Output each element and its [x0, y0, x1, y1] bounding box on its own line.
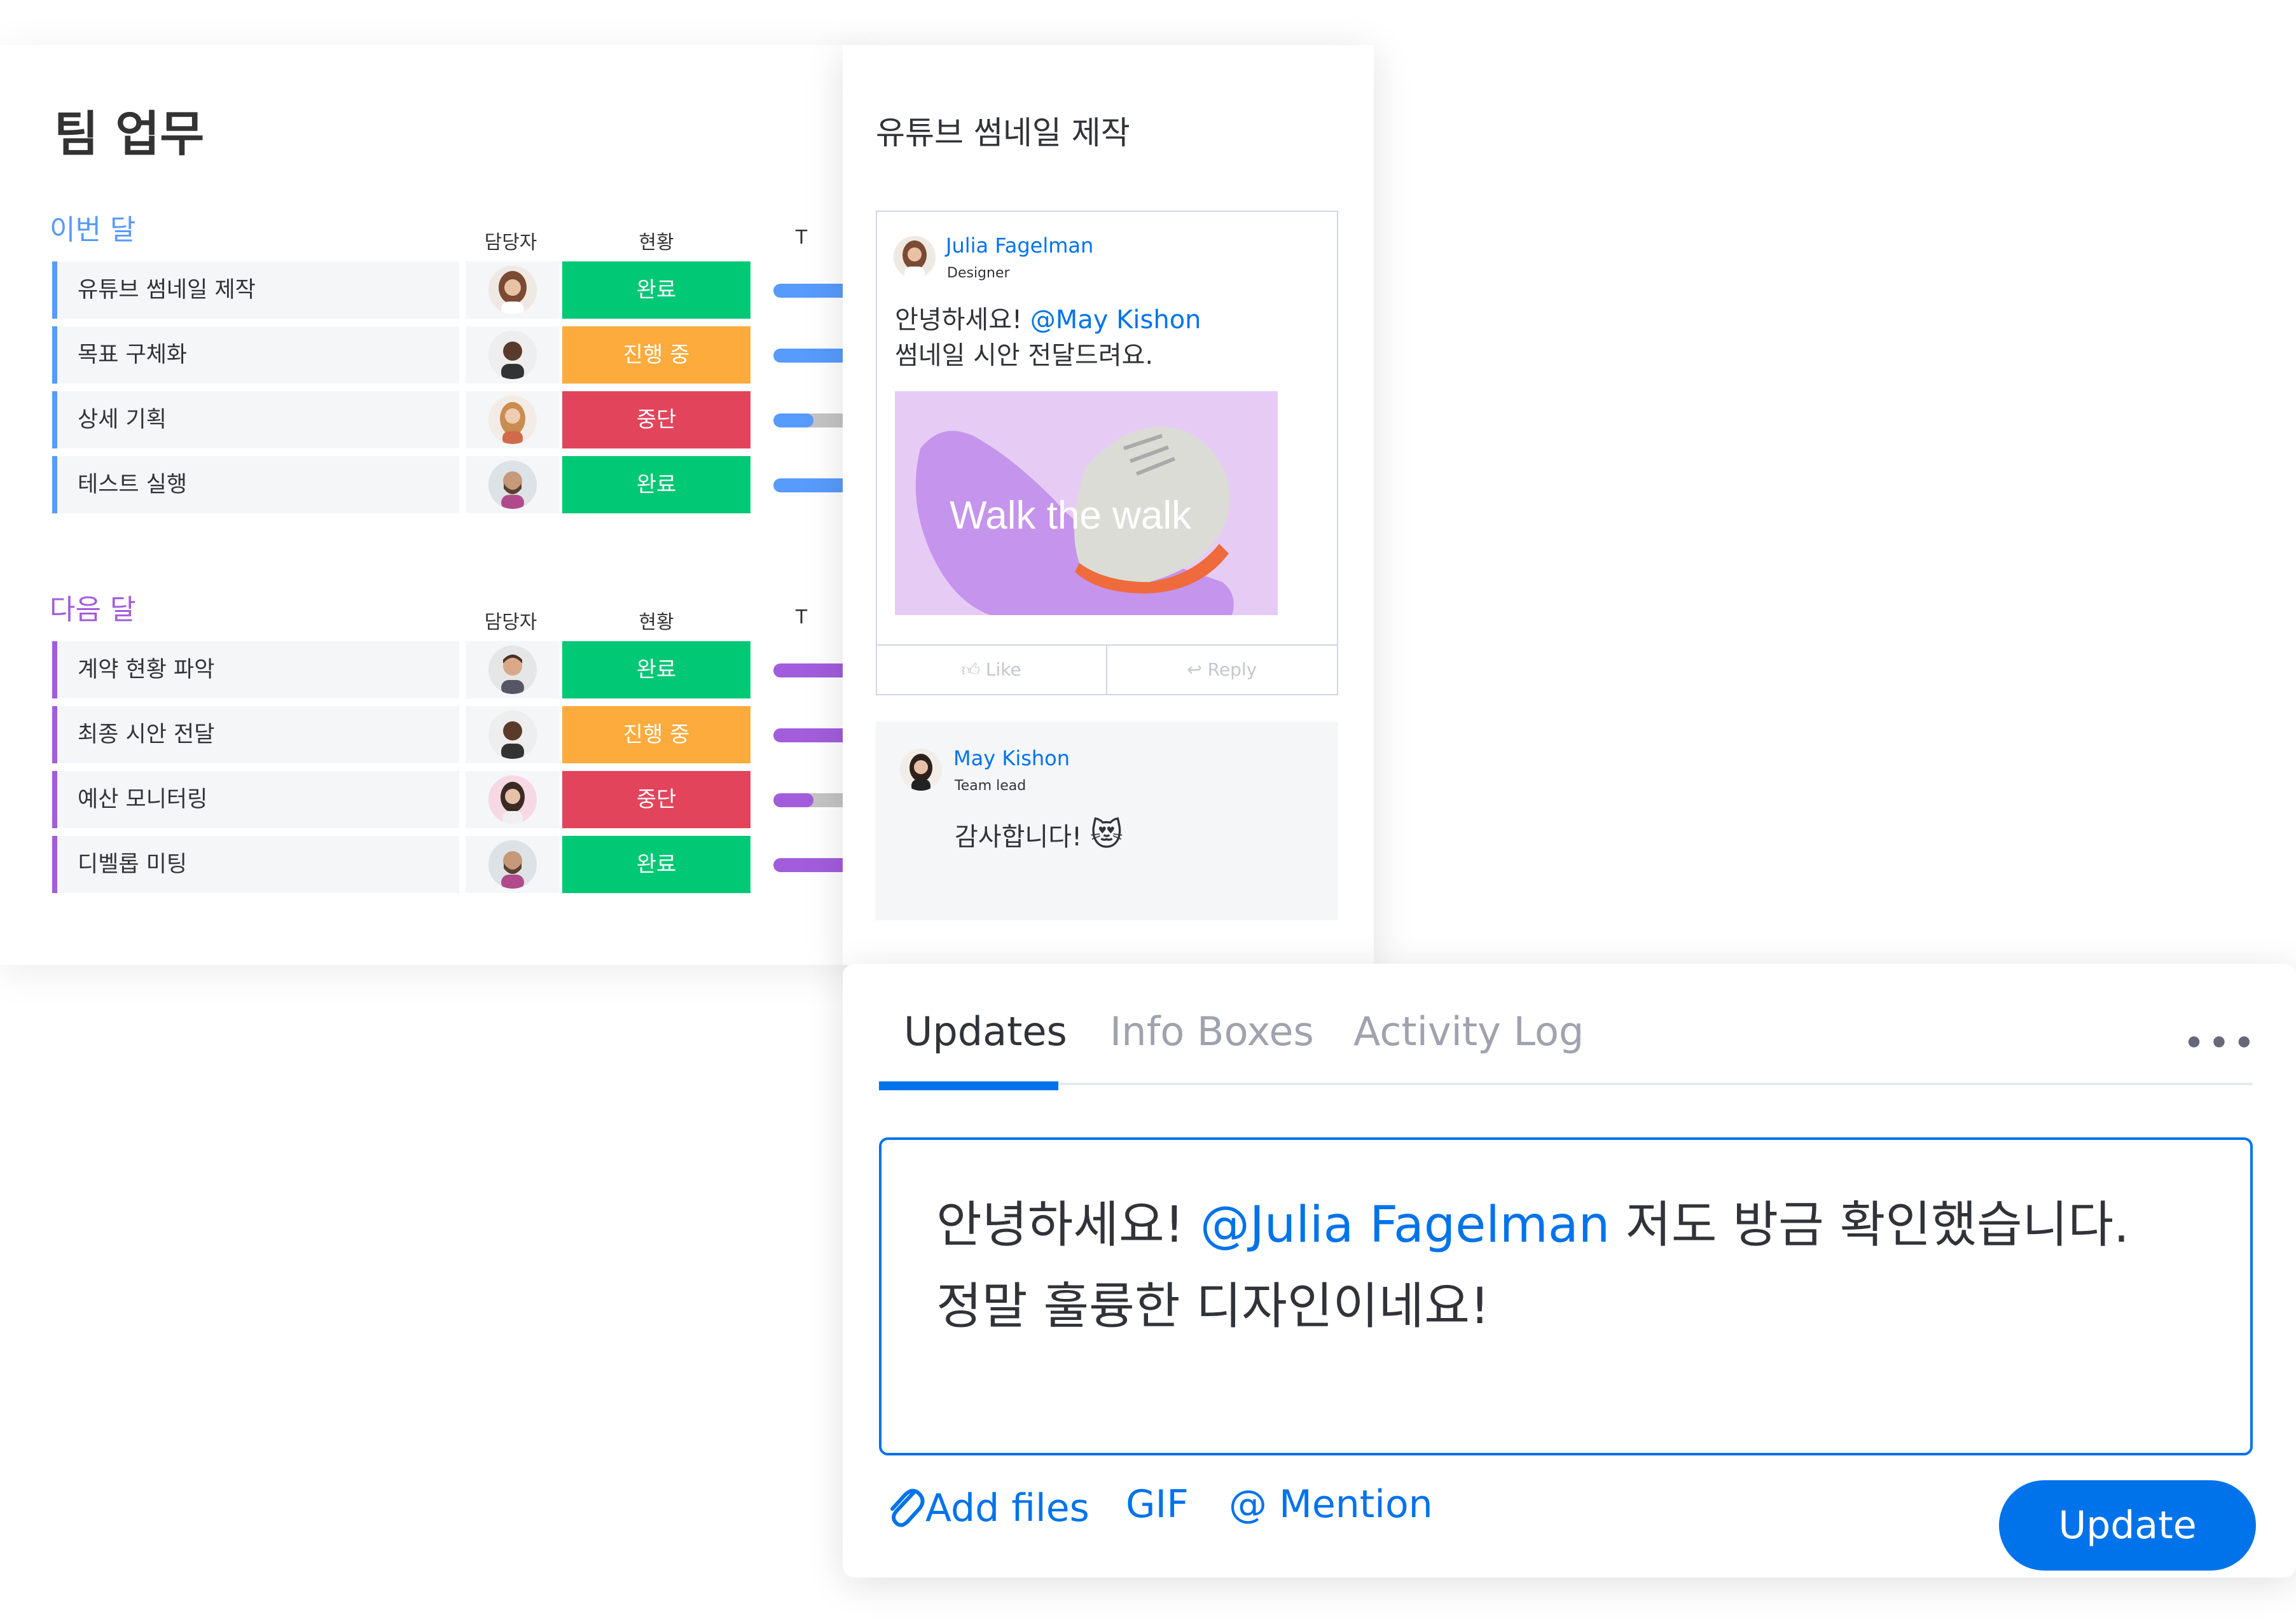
reply-text-body: 감사합니다! — [955, 822, 1082, 852]
owner-cell[interactable] — [466, 771, 560, 828]
item-name[interactable]: 상세 기획 — [52, 391, 459, 448]
status-label[interactable]: 중단 — [562, 391, 750, 448]
updates-panel: Updates Info Boxes Activity Log ••• 안녕하세… — [843, 964, 2296, 1578]
table-row[interactable]: 목표 구체화 진행 중 — [52, 326, 888, 384]
paperclip-icon — [886, 1482, 925, 1539]
column-header-timeline: T — [795, 226, 808, 249]
avatar — [488, 711, 537, 759]
board-panel: 팀 업무 이번 달 담당자 현황 T 유튜브 썸네일 제작 완료 목표 구체화 … — [0, 45, 888, 965]
reply-label: Reply — [1207, 659, 1257, 680]
item-panel: 유튜브 썸네일 제작 Julia Fagelman Designer 안녕하세요… — [843, 45, 1374, 965]
status-label[interactable]: 완료 — [562, 456, 750, 513]
add-files-button[interactable]: Add files — [886, 1482, 1089, 1539]
status-label[interactable]: 완료 — [562, 836, 750, 893]
item-name[interactable]: 계약 현황 파악 — [52, 641, 459, 698]
more-dots-icon[interactable]: ••• — [2183, 1021, 2258, 1065]
editor-mention[interactable]: @Julia Fagelman — [1200, 1197, 1610, 1254]
like-button[interactable]: 👍︎ Like — [877, 646, 1107, 694]
gif-button[interactable]: GIF — [1126, 1482, 1189, 1527]
owner-cell[interactable] — [466, 836, 560, 893]
thumbs-up-icon: 👍︎ — [961, 659, 981, 680]
owner-cell[interactable] — [466, 706, 560, 763]
post-actions: 👍︎ Like ↩ Reply — [877, 644, 1337, 694]
post-text: 안녕하세요! @May Kishon 썸네일 시안 전달드려요. — [895, 302, 1327, 373]
item-name[interactable]: 최종 시안 전달 — [52, 706, 459, 763]
tab-activity-log[interactable]: Activity Log — [1353, 1008, 1584, 1055]
item-title: 유튜브 썸네일 제작 — [876, 115, 1130, 151]
active-tab-indicator — [879, 1081, 1058, 1090]
table-row[interactable]: 유튜브 썸네일 제작 완료 — [52, 261, 888, 319]
post-author-name[interactable]: Julia Fagelman — [946, 233, 1093, 258]
reply-author-avatar — [900, 749, 942, 791]
post-text-line2: 썸네일 시안 전달드려요. — [895, 341, 1154, 370]
table-row[interactable]: 디벨롭 미팅 완료 — [52, 836, 888, 893]
board-title: 팀 업무 — [54, 106, 205, 162]
owner-cell[interactable] — [466, 456, 560, 513]
status-label[interactable]: 진행 중 — [562, 706, 750, 763]
reply-text: 감사합니다! 😻 — [955, 816, 1123, 853]
editor-text[interactable]: 안녕하세요! @Julia Fagelman 저도 방금 확인했습니다. 정말 … — [936, 1184, 2208, 1347]
reply-arrow-icon: ↩ — [1187, 659, 1202, 680]
mention-button[interactable]: @ Mention — [1229, 1482, 1433, 1527]
column-header-owner: 담당자 — [484, 611, 537, 634]
owner-cell[interactable] — [466, 261, 560, 319]
update-button[interactable]: Update — [1999, 1480, 2256, 1571]
status-label[interactable]: 진행 중 — [562, 326, 750, 384]
editor-text-line2: 정말 훌륭한 디자인이네요! — [936, 1278, 1490, 1335]
owner-cell[interactable] — [466, 391, 560, 448]
editor-text-suffix: 저도 방금 확인했습니다. — [1610, 1197, 2129, 1254]
item-name[interactable]: 디벨롭 미팅 — [52, 836, 459, 893]
update-editor[interactable]: 안녕하세요! @Julia Fagelman 저도 방금 확인했습니다. 정말 … — [879, 1137, 2253, 1455]
table-row[interactable]: 예산 모니터링 중단 — [52, 771, 888, 828]
editor-text-prefix: 안녕하세요! — [936, 1197, 1200, 1254]
column-header-timeline: T — [795, 606, 808, 628]
post-author-role: Designer — [947, 265, 1010, 281]
status-label[interactable]: 중단 — [562, 771, 750, 828]
column-header-status: 현황 — [639, 611, 674, 634]
avatar — [488, 461, 537, 509]
timeline-fill — [773, 413, 813, 427]
add-files-label: Add files — [925, 1486, 1089, 1531]
status-label[interactable]: 완료 — [562, 261, 750, 319]
reply-post: May Kishon Team lead 감사합니다! 😻 — [876, 722, 1338, 920]
avatar — [488, 775, 537, 824]
like-label: Like — [985, 659, 1021, 680]
update-post: Julia Fagelman Designer 안녕하세요! @May Kish… — [876, 211, 1338, 695]
tab-updates[interactable]: Updates — [904, 1008, 1067, 1055]
column-header-owner: 담당자 — [484, 232, 537, 254]
heart-eyes-cat-icon: 😻 — [1089, 816, 1123, 853]
owner-cell[interactable] — [466, 326, 560, 384]
item-name[interactable]: 목표 구체화 — [52, 326, 459, 384]
group-title-this-month[interactable]: 이번 달 — [50, 207, 135, 247]
reply-button[interactable]: ↩ Reply — [1107, 646, 1338, 694]
column-header-status: 현황 — [639, 232, 674, 254]
table-row[interactable]: 테스트 실행 완료 — [52, 456, 888, 513]
timeline-fill — [773, 793, 813, 807]
author-avatar — [894, 236, 936, 278]
table-row[interactable]: 최종 시안 전달 진행 중 — [52, 706, 888, 763]
post-image[interactable]: Walk the walk — [895, 391, 1278, 615]
avatar — [488, 266, 537, 314]
avatar — [488, 840, 537, 889]
table-row[interactable]: 상세 기획 중단 — [52, 391, 888, 448]
table-row[interactable]: 계약 현황 파악 완료 — [52, 641, 888, 698]
tabs-divider — [879, 1083, 2253, 1085]
tab-info-boxes[interactable]: Info Boxes — [1110, 1008, 1314, 1055]
reply-author-role: Team lead — [955, 778, 1027, 794]
avatar — [488, 646, 537, 694]
item-name[interactable]: 테스트 실행 — [52, 456, 459, 513]
owner-cell[interactable] — [466, 641, 560, 698]
reply-author-name[interactable]: May Kishon — [953, 746, 1070, 770]
post-text-prefix: 안녕하세요! — [895, 305, 1030, 335]
item-name[interactable]: 예산 모니터링 — [52, 771, 459, 828]
group-title-next-month[interactable]: 다음 달 — [50, 586, 135, 627]
post-mention[interactable]: @May Kishon — [1030, 305, 1201, 335]
avatar — [488, 331, 537, 379]
avatar — [488, 396, 537, 444]
item-name[interactable]: 유튜브 썸네일 제작 — [52, 261, 459, 319]
status-label[interactable]: 완료 — [562, 641, 750, 698]
post-image-caption: Walk the walk — [950, 494, 1192, 538]
